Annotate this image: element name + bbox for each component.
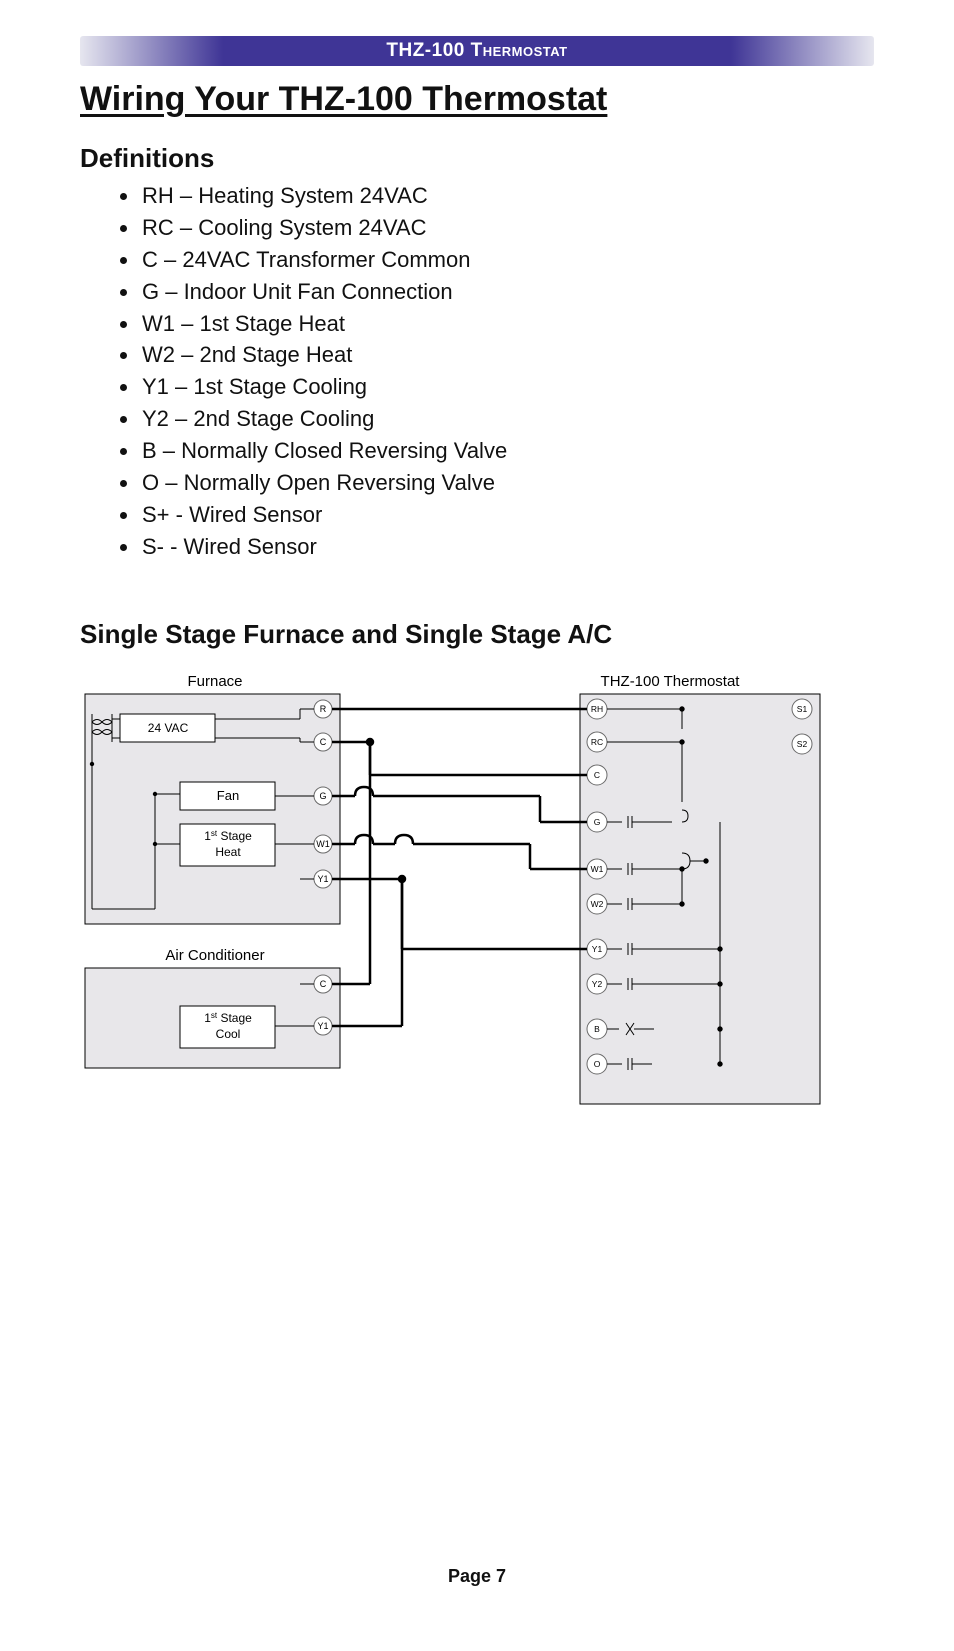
tstat-y2: Y2 <box>592 979 603 989</box>
tstat-c: C <box>594 770 600 780</box>
ac-cool-label-2: Cool <box>216 1027 241 1041</box>
definitions-list: RH – Heating System 24VAC RC – Cooling S… <box>122 180 874 563</box>
definition-item: S+ - Wired Sensor <box>140 499 874 531</box>
wiring-diagram: Furnace THZ-100 Thermostat 24 VAC Fan <box>80 664 874 1114</box>
tstat-b: B <box>594 1024 600 1034</box>
ac-terminal-c: C <box>320 979 327 989</box>
thermostat-label: THZ-100 Thermostat <box>601 673 741 690</box>
tstat-rh: RH <box>591 704 603 714</box>
header-title: THZ-100 Thermostat <box>386 40 567 61</box>
definition-item: RH – Heating System 24VAC <box>140 180 874 212</box>
page-title: Wiring Your THZ-100 Thermostat <box>80 80 874 119</box>
tstat-o: O <box>594 1059 601 1069</box>
ac-terminal-y1: Y1 <box>317 1021 328 1031</box>
definition-item: B – Normally Closed Reversing Valve <box>140 435 874 467</box>
furnace-terminal-g: G <box>319 791 326 801</box>
tstat-w2: W2 <box>591 899 604 909</box>
tstat-y1: Y1 <box>592 944 603 954</box>
furnace-fan-label: Fan <box>217 788 239 803</box>
thermostat-box <box>580 694 820 1104</box>
definitions-heading: Definitions <box>80 143 874 174</box>
furnace-transformer-label: 24 VAC <box>148 721 189 735</box>
definition-item: O – Normally Open Reversing Valve <box>140 467 874 499</box>
furnace-terminal-c: C <box>320 737 327 747</box>
definition-item: G – Indoor Unit Fan Connection <box>140 276 874 308</box>
page-number: Page 7 <box>0 1566 954 1587</box>
wiring-lines <box>332 709 587 1026</box>
ac-label: Air Conditioner <box>165 947 264 964</box>
definition-item: S- - Wired Sensor <box>140 531 874 563</box>
definition-item: Y2 – 2nd Stage Cooling <box>140 403 874 435</box>
tstat-s2: S2 <box>797 739 808 749</box>
tstat-w1: W1 <box>591 864 604 874</box>
definition-item: RC – Cooling System 24VAC <box>140 212 874 244</box>
diagram-title: Single Stage Furnace and Single Stage A/… <box>80 619 874 650</box>
furnace-terminal-r: R <box>320 704 327 714</box>
furnace-label: Furnace <box>187 673 242 690</box>
wiring-diagram-svg: Furnace THZ-100 Thermostat 24 VAC Fan <box>80 664 840 1114</box>
tstat-s1: S1 <box>797 704 808 714</box>
definition-item: C – 24VAC Transformer Common <box>140 244 874 276</box>
furnace-terminal-y1: Y1 <box>317 874 328 884</box>
tstat-g: G <box>594 817 601 827</box>
definition-item: Y1 – 1st Stage Cooling <box>140 371 874 403</box>
tstat-rc: RC <box>591 737 603 747</box>
furnace-terminal-w1: W1 <box>316 839 330 849</box>
furnace-heat-label-2: Heat <box>215 845 241 859</box>
header-bar: THZ-100 Thermostat <box>80 36 874 66</box>
definition-item: W1 – 1st Stage Heat <box>140 308 874 340</box>
definition-item: W2 – 2nd Stage Heat <box>140 339 874 371</box>
